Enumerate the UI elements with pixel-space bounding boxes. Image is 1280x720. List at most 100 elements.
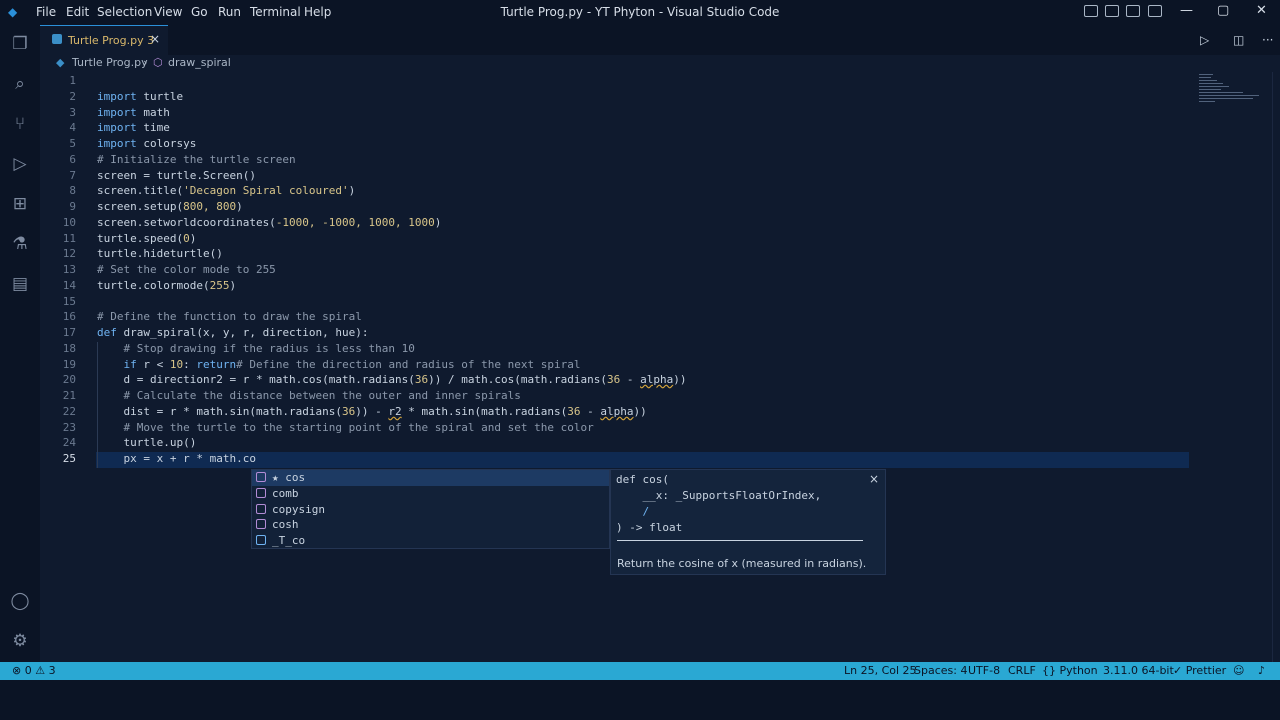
- toggle-panel-icon[interactable]: [1105, 5, 1119, 17]
- line-number: 15: [62, 295, 76, 308]
- documentation-text: Return the cosine of x (measured in radi…: [617, 557, 867, 570]
- code-line: # Define the function to draw the spiral: [97, 310, 362, 323]
- code-line: import time: [97, 121, 170, 134]
- feedback-icon[interactable]: ☺: [1233, 664, 1244, 677]
- code-line: # Calculate the distance between the out…: [97, 389, 521, 402]
- code-line: # Stop drawing if the radius is less tha…: [97, 342, 415, 355]
- suggestion-item[interactable]: cosh: [252, 517, 609, 533]
- toggle-primary-sidebar-icon[interactable]: [1084, 5, 1098, 17]
- function-symbol-icon: ⬡: [153, 56, 163, 69]
- code-line: screen.setworldcoordinates(-1000, -1000,…: [97, 216, 442, 229]
- code-line: turtle.hideturtle(): [97, 247, 223, 260]
- code-line-current[interactable]: px = x + r * math.co: [97, 452, 255, 465]
- accounts-icon[interactable]: ◯: [10, 591, 30, 611]
- run-debug-icon[interactable]: ▷: [10, 154, 30, 174]
- explorer-icon[interactable]: ❐: [10, 34, 30, 54]
- source-control-icon[interactable]: ⑂: [10, 114, 30, 134]
- encoding[interactable]: UTF-8: [968, 664, 1000, 677]
- testing-icon[interactable]: ⚗: [10, 234, 30, 254]
- toggle-secondary-sidebar-icon[interactable]: [1126, 5, 1140, 17]
- line-number: 7: [69, 169, 76, 182]
- signature-line: def cos(: [616, 473, 669, 486]
- suggestion-item[interactable]: copysign: [252, 502, 609, 518]
- customize-layout-icon[interactable]: [1148, 5, 1162, 17]
- tab-close-icon[interactable]: ×: [150, 32, 160, 46]
- close-window-icon[interactable]: ✕: [1256, 3, 1267, 18]
- problems-status[interactable]: ⊗ 0 ⚠ 3: [12, 664, 56, 677]
- vertical-scrollbar[interactable]: [1272, 72, 1280, 662]
- line-number: 17: [62, 326, 76, 339]
- line-number: 6: [69, 153, 76, 166]
- suggestion-item[interactable]: ★ cos: [252, 470, 609, 486]
- remote-explorer-icon[interactable]: ▤: [10, 274, 30, 294]
- method-icon: [256, 504, 266, 514]
- line-number: 8: [69, 184, 76, 197]
- current-line-highlight: [96, 452, 1189, 468]
- line-number: 19: [62, 358, 76, 371]
- code-line: if r < 10: return# Define the direction …: [97, 358, 581, 371]
- maximize-icon[interactable]: ▢: [1217, 3, 1229, 18]
- close-details-icon[interactable]: ×: [869, 472, 879, 486]
- code-line: import colorsys: [97, 137, 197, 150]
- method-icon: [256, 488, 266, 498]
- line-number: 5: [69, 137, 76, 150]
- code-line: import turtle: [97, 90, 184, 103]
- line-number: 2: [69, 90, 76, 103]
- minimize-icon[interactable]: —: [1180, 3, 1193, 18]
- details-divider: [617, 540, 863, 541]
- line-number: 16: [62, 310, 76, 323]
- line-number: 21: [62, 389, 76, 402]
- code-line: # Move the turtle to the starting point …: [97, 421, 594, 434]
- language-mode[interactable]: {} Python: [1042, 664, 1098, 677]
- line-number: 18: [62, 342, 76, 355]
- code-line: def draw_spiral(x, y, r, direction, hue)…: [97, 326, 369, 339]
- notifications-bell-icon[interactable]: ♪: [1258, 664, 1265, 677]
- line-number: 13: [62, 263, 76, 276]
- line-number: 1: [69, 74, 76, 87]
- end-of-line[interactable]: CRLF: [1008, 664, 1036, 677]
- line-number: 20: [62, 373, 76, 386]
- suggestion-item[interactable]: comb: [252, 486, 609, 502]
- python-interpreter[interactable]: 3.11.0 64-bit: [1103, 664, 1174, 677]
- code-line: screen.setup(800, 800): [97, 200, 243, 213]
- prettier-status[interactable]: ✓ Prettier: [1173, 664, 1226, 677]
- extensions-icon[interactable]: ⊞: [10, 194, 30, 214]
- line-number: 25: [62, 452, 76, 465]
- method-icon: [256, 472, 266, 482]
- line-number: 24: [62, 436, 76, 449]
- code-line: # Set the color mode to 255: [97, 263, 276, 276]
- breadcrumb-file[interactable]: Turtle Prog.py: [72, 56, 148, 69]
- tab-label: Turtle Prog.py 3: [68, 34, 155, 47]
- line-number: 23: [62, 421, 76, 434]
- minimap[interactable]: [1193, 72, 1273, 112]
- line-number: 3: [69, 106, 76, 119]
- suggest-details: × def cos( __x: _SupportsFloatOrIndex, /…: [610, 469, 886, 575]
- code-line: d = directionr2 = r * math.cos(math.radi…: [97, 373, 687, 386]
- cursor-position[interactable]: Ln 25, Col 25: [844, 664, 917, 677]
- code-line: # Initialize the turtle screen: [97, 153, 296, 166]
- search-icon[interactable]: ⌕: [10, 74, 30, 94]
- split-editor-icon[interactable]: ◫: [1233, 33, 1244, 47]
- signature-line: /: [616, 505, 650, 518]
- signature-line: __x: _SupportsFloatOrIndex,: [616, 489, 822, 502]
- code-line: turtle.speed(0): [97, 232, 197, 245]
- breadcrumb-separator: ›: [143, 56, 148, 69]
- indentation[interactable]: Spaces: 4: [914, 664, 967, 677]
- title-bar: ◆ File Edit Selection View Go Run Termin…: [0, 0, 1280, 25]
- taskbar-area: [0, 680, 1280, 720]
- code-line: import math: [97, 106, 170, 119]
- suggestion-item[interactable]: _T_co: [252, 533, 609, 549]
- line-number: 11: [62, 232, 76, 245]
- line-number: 4: [69, 121, 76, 134]
- breadcrumb-symbol[interactable]: draw_spiral: [168, 56, 231, 69]
- more-actions-icon[interactable]: ···: [1262, 33, 1273, 47]
- settings-gear-icon[interactable]: ⚙: [10, 631, 30, 651]
- tab-turtle-prog[interactable]: Turtle Prog.py 3 ×: [40, 25, 168, 55]
- line-number: 10: [62, 216, 76, 229]
- activity-bar: ❐ ⌕ ⑂ ▷ ⊞ ⚗ ▤ ◯ ⚙: [0, 25, 40, 662]
- python-file-icon: [52, 34, 62, 44]
- code-line: screen.title('Decagon Spiral coloured'): [97, 184, 356, 197]
- run-python-file-icon[interactable]: ▷: [1200, 33, 1209, 47]
- signature-line: ) -> float: [616, 521, 683, 534]
- python-file-icon: ◆: [56, 56, 65, 69]
